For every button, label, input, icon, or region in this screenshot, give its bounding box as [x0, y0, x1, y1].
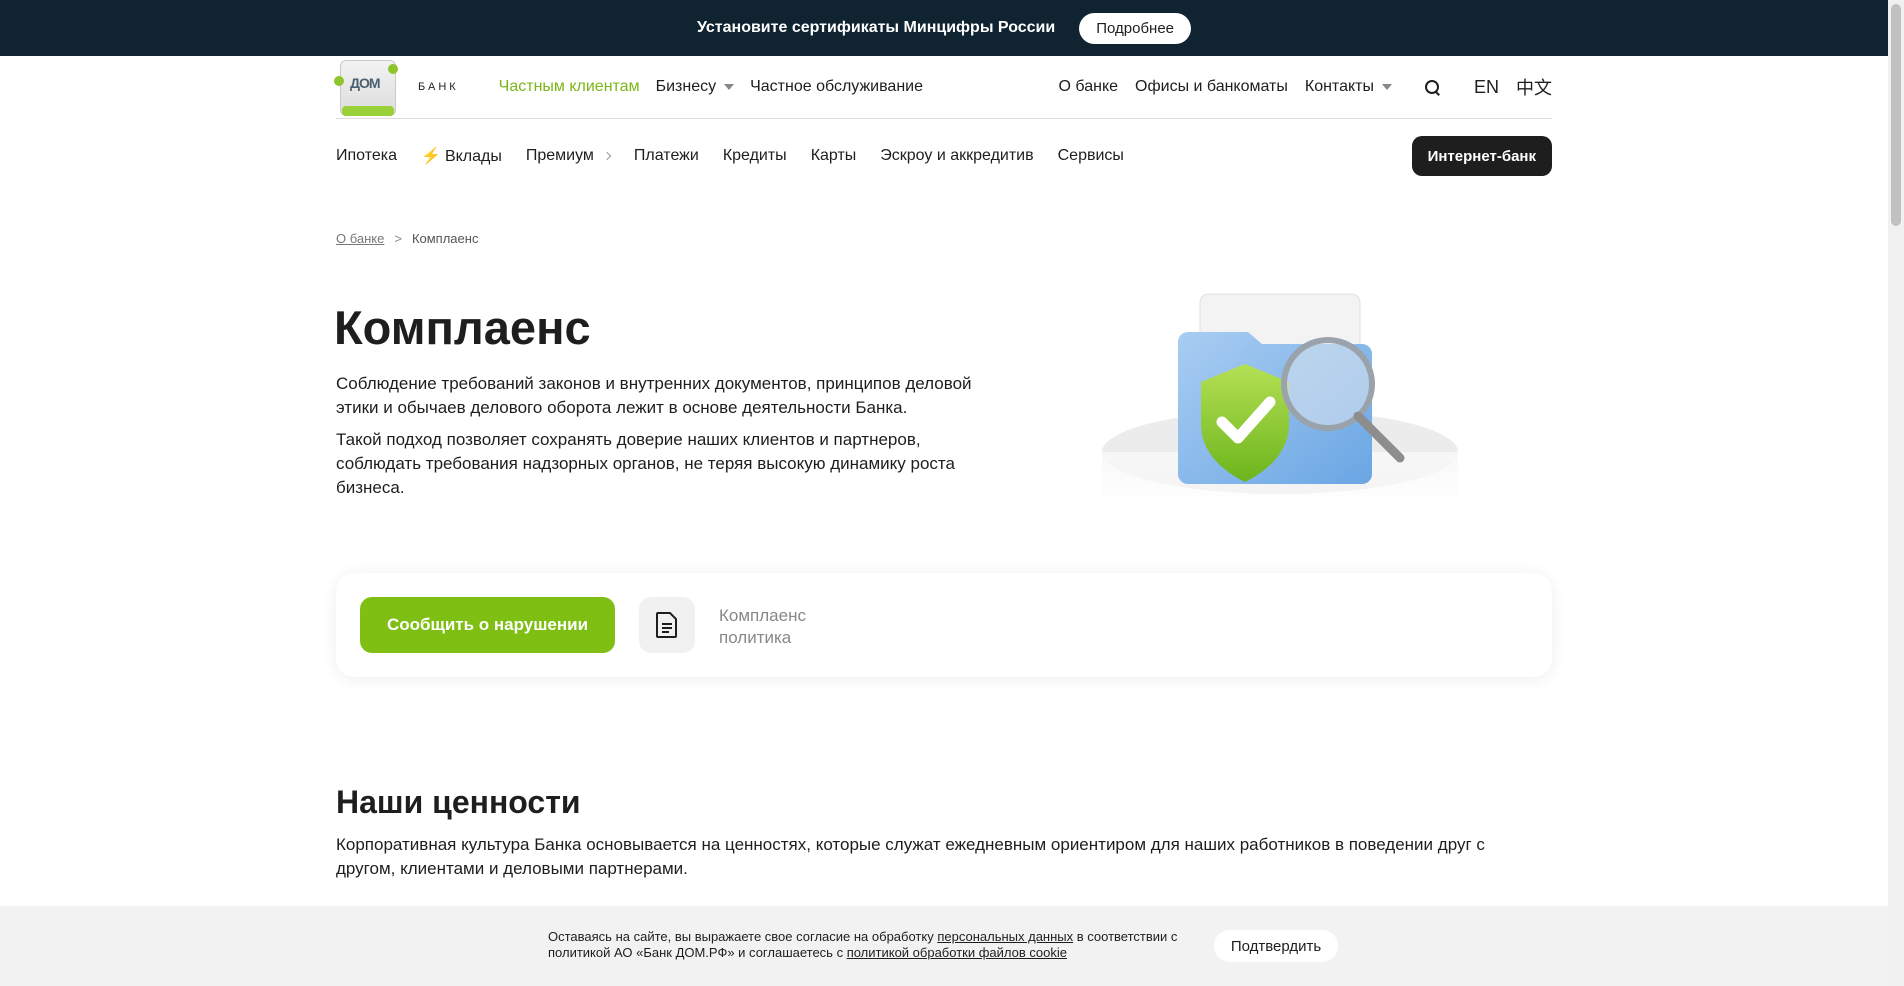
- certificate-banner: Установите сертификаты Минцифры России П…: [0, 0, 1888, 56]
- page-scrollbar[interactable]: [1888, 0, 1904, 986]
- link-contacts[interactable]: Контакты: [1305, 78, 1392, 96]
- page: Установите сертификаты Минцифры России П…: [0, 0, 1904, 986]
- cookie-consent-bar: Оставаясь на сайте, вы выражаете свое со…: [0, 906, 1888, 986]
- caret-down-icon: [724, 83, 735, 90]
- nav-mortgage[interactable]: Ипотека: [336, 147, 397, 165]
- lang-en[interactable]: EN: [1474, 77, 1499, 98]
- nav-premium[interactable]: Премиум: [525, 147, 612, 165]
- header-utility: О банке Офисы и банкоматы Контакты EN 中文: [1059, 74, 1552, 100]
- nav-services[interactable]: Сервисы: [1058, 147, 1124, 165]
- logo[interactable]: ДОМ: [334, 56, 402, 119]
- nav-payments[interactable]: Платежи: [634, 147, 699, 165]
- document-glyph: [656, 612, 677, 638]
- contacts-label: Контакты: [1304, 78, 1374, 95]
- hero-paragraph-1: Соблюдение требований законов и внутренн…: [336, 374, 972, 417]
- report-violation-button[interactable]: Сообщить о нарушении: [360, 597, 615, 653]
- cookie-policy-link[interactable]: политикой обработки файлов cookie: [847, 945, 1067, 960]
- nav-business[interactable]: Бизнесу: [656, 78, 735, 96]
- scrollbar-thumb[interactable]: [1891, 4, 1901, 226]
- search-icon[interactable]: [1423, 78, 1441, 96]
- values-title: Наши ценности: [336, 784, 581, 820]
- product-nav: Ипотека ⚡ Вклады Премиум Платежи Кредиты …: [336, 136, 1552, 176]
- personal-data-link[interactable]: персональных данных: [937, 929, 1073, 944]
- logo-leaf: [388, 63, 398, 74]
- nav-deposits[interactable]: ⚡ Вклады: [421, 146, 502, 166]
- hero-paragraph-2: Такой подход позволяет сохранять доверие…: [336, 430, 955, 497]
- breadcrumb: О банке > Комплаенс: [336, 231, 478, 246]
- nav-private-banking[interactable]: Частное обслуживание: [750, 78, 923, 96]
- primary-nav: Частным клиентам Бизнесу Частное обслужи…: [499, 78, 923, 96]
- compliance-actions-card: Сообщить о нарушении Комплаенс политика: [336, 573, 1552, 677]
- lightning-icon: ⚡: [421, 148, 441, 165]
- cookie-confirm-button[interactable]: Подтвердить: [1214, 930, 1338, 962]
- nav-premium-label: Премиум: [525, 147, 594, 164]
- nav-private-clients[interactable]: Частным клиентам: [499, 78, 640, 96]
- document-icon[interactable]: [639, 597, 695, 653]
- banner-more-button[interactable]: Подробнее: [1079, 12, 1192, 44]
- nav-credits[interactable]: Кредиты: [723, 147, 787, 165]
- link-about-bank[interactable]: О банке: [1059, 78, 1119, 96]
- logo-mark: ДОМ: [350, 74, 381, 91]
- link-offices-atms[interactable]: Офисы и банкоматы: [1135, 78, 1288, 96]
- chevron-right-icon: [602, 151, 612, 161]
- product-nav-items: Ипотека ⚡ Вклады Премиум Платежи Кредиты …: [336, 146, 1124, 166]
- main-header: ДОМ БАНК Частным клиентам Бизнесу Частно…: [334, 56, 1552, 119]
- cookie-text-part-1: Оставаясь на сайте, вы выражаете свое со…: [548, 929, 938, 944]
- nav-escrow[interactable]: Эскроу и аккредитив: [880, 147, 1033, 165]
- doc-label-line-1: Комплаенс: [719, 606, 806, 625]
- logo-base: [342, 105, 394, 116]
- banner-text: Установите сертификаты Минцифры России: [696, 19, 1056, 36]
- logo-word: БАНК: [418, 81, 459, 93]
- compliance-illustration: [1102, 293, 1458, 532]
- values-text: Корпоративная культура Банка основываетс…: [336, 835, 1485, 878]
- nav-cards[interactable]: Карты: [811, 147, 857, 165]
- breadcrumb-separator: >: [394, 231, 402, 246]
- compliance-policy-link[interactable]: Комплаенс политика: [719, 605, 839, 649]
- doc-label-line-2: политика: [719, 628, 792, 647]
- caret-down-icon: [1381, 83, 1392, 90]
- cookie-text: Оставаясь на сайте, вы выражаете свое со…: [548, 929, 1178, 961]
- nav-deposits-label: Вклады: [444, 148, 502, 165]
- nav-business-label: Бизнесу: [655, 78, 717, 95]
- breadcrumb-about-bank[interactable]: О банке: [336, 231, 384, 246]
- page-title: Комплаенс: [334, 301, 591, 354]
- logo-leaf: [334, 75, 344, 86]
- breadcrumb-current: Комплаенс: [411, 231, 479, 246]
- lang-zh[interactable]: 中文: [1516, 74, 1552, 100]
- internet-bank-button[interactable]: Интернет-банк: [1411, 136, 1552, 176]
